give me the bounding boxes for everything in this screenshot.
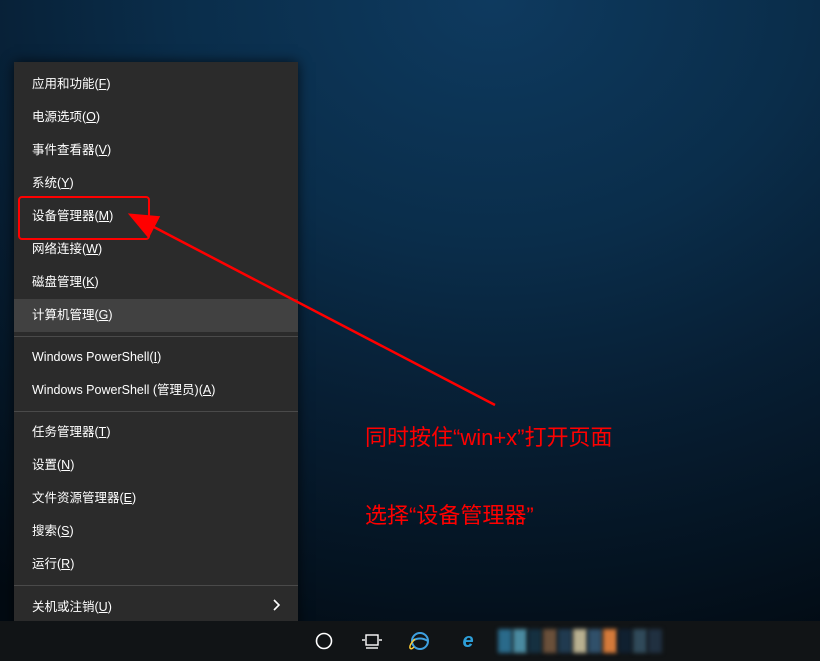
task-view-button[interactable] [348, 621, 396, 661]
task-view-icon [362, 633, 382, 649]
edge-icon: e [462, 630, 473, 653]
menu-item-label: Windows PowerShell (管理员)(A) [32, 383, 215, 398]
menu-item-label: 设置(N) [32, 458, 74, 473]
menu-item-13[interactable]: 搜索(S) [14, 515, 298, 548]
menu-item-10[interactable]: 任务管理器(T) [14, 416, 298, 449]
menu-item-label: 设备管理器(M) [32, 209, 113, 224]
menu-item-label: 计算机管理(G) [32, 308, 113, 323]
menu-separator [14, 585, 298, 586]
menu-item-4[interactable]: 设备管理器(M) [14, 200, 298, 233]
menu-item-label: 系统(Y) [32, 176, 74, 191]
menu-separator [14, 411, 298, 412]
menu-item-11[interactable]: 设置(N) [14, 449, 298, 482]
menu-item-label: 磁盘管理(K) [32, 275, 99, 290]
menu-item-8[interactable]: Windows PowerShell(I) [14, 341, 298, 374]
annotation-text-2: 选择“设备管理器” [365, 498, 534, 530]
winx-context-menu[interactable]: 应用和功能(F) 电源选项(O) 事件查看器(V) 系统(Y) 设备管理器(M) 网络连接… [14, 62, 298, 661]
menu-item-5[interactable]: 网络连接(W) [14, 233, 298, 266]
cortana-button[interactable] [300, 621, 348, 661]
taskbar-tray-blur [498, 629, 663, 653]
menu-item-6[interactable]: 磁盘管理(K) [14, 266, 298, 299]
menu-item-label: 运行(R) [32, 557, 74, 572]
menu-item-1[interactable]: 电源选项(O) [14, 101, 298, 134]
menu-item-15[interactable]: 关机或注销(U) [14, 590, 298, 624]
menu-item-label: 电源选项(O) [32, 110, 100, 125]
desktop: 应用和功能(F) 电源选项(O) 事件查看器(V) 系统(Y) 设备管理器(M) 网络连接… [0, 0, 820, 661]
edge-button[interactable]: e [444, 621, 492, 661]
cortana-icon [315, 632, 333, 650]
menu-item-14[interactable]: 运行(R) [14, 548, 298, 581]
chevron-right-icon [272, 599, 280, 615]
taskbar: e [0, 621, 820, 661]
menu-item-9[interactable]: Windows PowerShell (管理员)(A) [14, 374, 298, 407]
menu-item-label: 网络连接(W) [32, 242, 102, 257]
menu-item-2[interactable]: 事件查看器(V) [14, 134, 298, 167]
menu-item-label: 任务管理器(T) [32, 425, 110, 440]
annotation-text-1: 同时按住“win+x”打开页面 [365, 420, 613, 452]
menu-item-3[interactable]: 系统(Y) [14, 167, 298, 200]
menu-item-label: 应用和功能(F) [32, 77, 110, 92]
menu-item-label: Windows PowerShell(I) [32, 350, 161, 365]
menu-item-0[interactable]: 应用和功能(F) [14, 68, 298, 101]
ie-button[interactable] [396, 621, 444, 661]
menu-item-label: 搜索(S) [32, 524, 74, 539]
menu-item-label: 事件查看器(V) [32, 143, 111, 158]
menu-item-label: 文件资源管理器(E) [32, 491, 136, 506]
ie-icon [409, 630, 431, 652]
menu-separator [14, 336, 298, 337]
menu-item-12[interactable]: 文件资源管理器(E) [14, 482, 298, 515]
menu-item-label: 关机或注销(U) [32, 600, 112, 615]
menu-item-7[interactable]: 计算机管理(G) [14, 299, 298, 332]
